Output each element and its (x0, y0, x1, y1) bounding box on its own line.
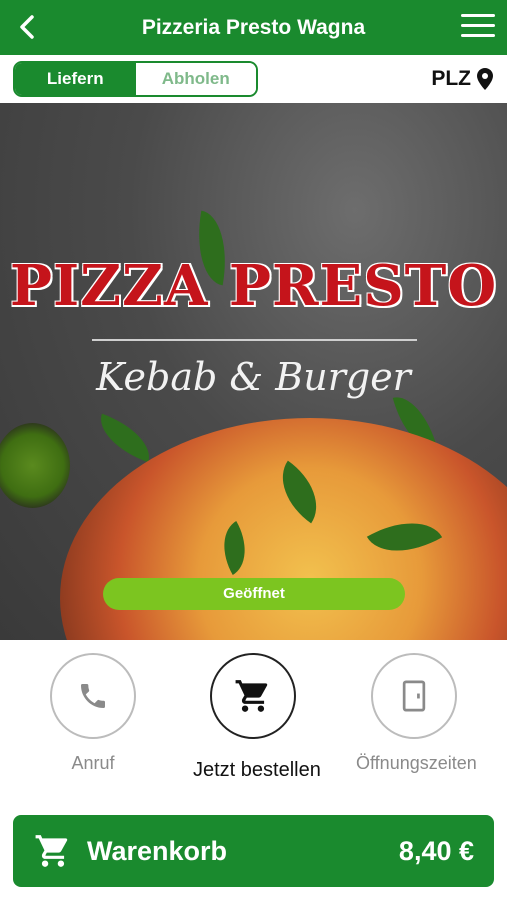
open-status-badge: Geöffnet (103, 578, 405, 610)
app-header: Pizzeria Presto Wagna (0, 0, 507, 55)
order-now-button[interactable] (210, 653, 296, 739)
phone-icon (81, 684, 105, 708)
cart-button[interactable]: Warenkorb 8,40 € (13, 815, 494, 887)
postal-code-selector[interactable]: PLZ (431, 64, 493, 94)
opening-hours-action[interactable]: Öffnungszeiten (356, 653, 477, 774)
basil-leaf (91, 413, 159, 463)
call-action[interactable]: Anruf (50, 653, 136, 774)
chevron-left-icon (20, 15, 34, 39)
pesto-bowl (0, 423, 70, 508)
order-mode-toggle: Liefern Abholen (13, 61, 258, 97)
hamburger-menu-icon[interactable] (461, 14, 495, 40)
location-pin-icon (477, 68, 493, 90)
shopping-cart-icon (35, 835, 68, 867)
restaurant-hero-image: PIZZA PRESTO Kebab & Burger Geöffnet (0, 103, 507, 640)
toggle-pickup[interactable]: Abholen (135, 63, 256, 95)
opening-hours-button[interactable] (371, 653, 457, 739)
order-now-label: Jetzt bestellen (193, 759, 321, 781)
postal-code-label: PLZ (431, 67, 471, 90)
back-button[interactable] (14, 13, 42, 41)
call-label: Anruf (71, 753, 115, 773)
toggle-delivery[interactable]: Liefern (15, 63, 136, 95)
door-icon (402, 680, 426, 712)
shopping-cart-icon (235, 680, 268, 712)
logo-divider (92, 339, 417, 341)
opening-hours-label: Öffnungszeiten (356, 753, 477, 773)
order-now-action[interactable]: Jetzt bestellen (193, 653, 321, 782)
restaurant-logo-title: PIZZA PRESTO (9, 253, 498, 319)
cart-label: Warenkorb (87, 836, 228, 866)
cart-total: 8,40 € (398, 836, 474, 866)
call-button[interactable] (50, 653, 136, 739)
page-title: Pizzeria Presto Wagna (141, 16, 366, 39)
restaurant-logo-subtitle: Kebab & Burger (96, 355, 411, 399)
